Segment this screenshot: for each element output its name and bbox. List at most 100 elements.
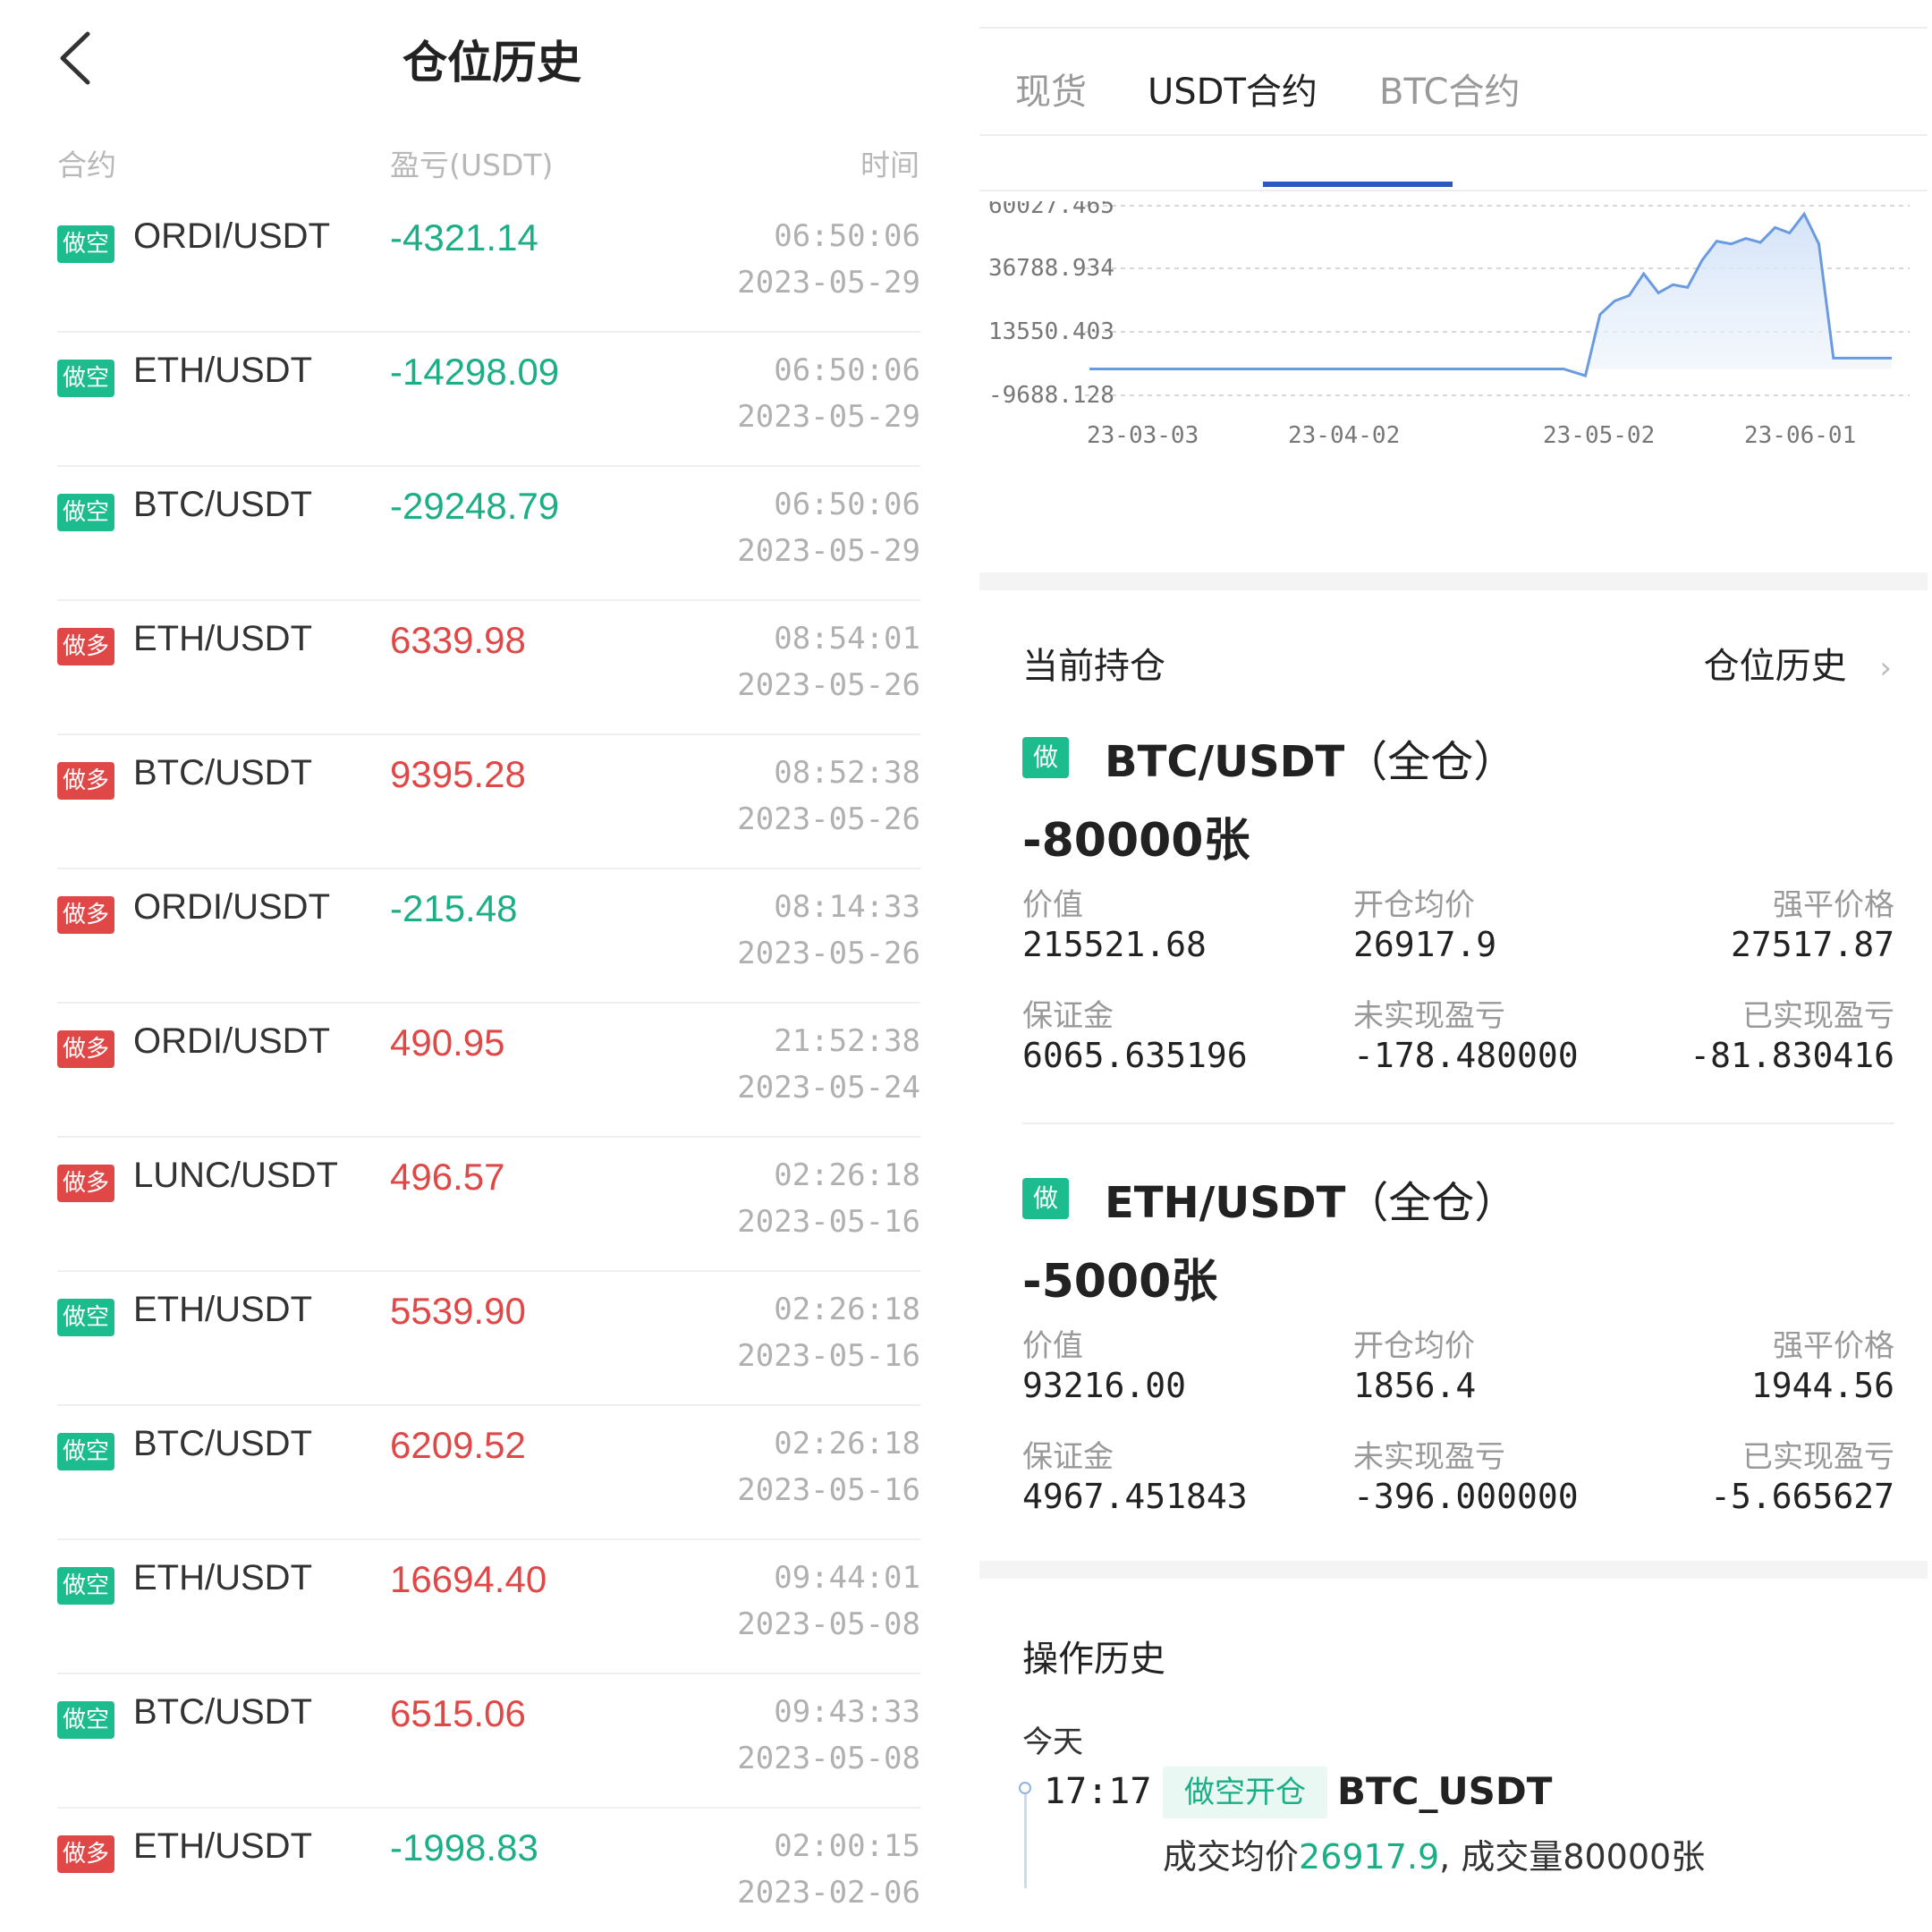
pair-name: ETH/USDT bbox=[133, 351, 312, 390]
pair-name: BTC/USDT bbox=[133, 1692, 312, 1732]
position-pair: ETH/USDT（全仓） bbox=[1105, 1167, 1517, 1230]
close-time: 09:44:01 bbox=[774, 1560, 920, 1596]
history-row[interactable]: 做空 ETH/USDT 5539.90 02:26:18 2023-05-16 bbox=[57, 1272, 920, 1406]
close-date: 2023-05-29 bbox=[737, 265, 920, 301]
op-pair: BTC_USDT bbox=[1337, 1769, 1553, 1813]
pnl-value: 6209.52 bbox=[390, 1424, 526, 1466]
current-positions-title: 当前持仓 bbox=[1022, 646, 1165, 687]
avg-price: 26917.9 bbox=[1353, 925, 1497, 964]
close-date: 2023-05-08 bbox=[737, 1606, 920, 1642]
pair-name: ETH/USDT bbox=[1105, 1178, 1346, 1228]
history-row[interactable]: 做多 ETH/USDT 6339.98 08:54:01 2023-05-26 bbox=[57, 601, 920, 735]
pnl-value: -4321.14 bbox=[390, 216, 538, 258]
tab-usdt-futures[interactable]: USDT合约 bbox=[1148, 63, 1318, 114]
op-detail: 成交均价26917.9, 成交量80000张 bbox=[1163, 1829, 1705, 1878]
y-tick-label: -9688.128 bbox=[988, 382, 1114, 409]
position-history-link-label: 仓位历史 bbox=[1703, 646, 1847, 687]
value: 215521.68 bbox=[1022, 925, 1207, 964]
history-row[interactable]: 做空 ETH/USDT 16694.40 09:44:01 2023-05-08 bbox=[57, 1540, 920, 1674]
x-tick-label: 23-04-02 bbox=[1288, 422, 1400, 449]
side-badge: 做空 bbox=[57, 1701, 115, 1739]
close-time: 02:26:18 bbox=[774, 1292, 920, 1327]
history-row[interactable]: 做多 ETH/USDT -1998.83 02:00:15 2023-02-06 bbox=[57, 1809, 920, 1932]
close-time: 06:50:06 bbox=[774, 487, 920, 522]
tab-spot[interactable]: 现货 bbox=[1015, 63, 1087, 114]
side-badge: 做空 bbox=[1022, 1178, 1070, 1254]
pnl-value: -1998.83 bbox=[390, 1826, 538, 1868]
pnl-value: -29248.79 bbox=[390, 485, 560, 527]
history-row[interactable]: 做空 BTC/USDT -29248.79 06:50:06 2023-05-29 bbox=[57, 467, 920, 601]
position-quantity: -5000张 bbox=[1022, 1255, 1218, 1309]
tab-divider bbox=[979, 134, 1928, 136]
unrealized-pnl-label: 未实现盈亏 bbox=[1353, 998, 1505, 1034]
pair-name: ETH/USDT bbox=[133, 1290, 312, 1329]
position-card-eth[interactable]: 做空 ETH/USDT（全仓） -5000张 价值 开仓均价 强平价格 9321… bbox=[1022, 1167, 1894, 1597]
pnl-value: 496.57 bbox=[390, 1156, 505, 1198]
position-history-panel: 仓位历史 合约 盈亏(USDT) 时间 做空 ORDI/USDT -4321.14 0… bbox=[0, 0, 957, 1932]
history-row[interactable]: 做空 ETH/USDT -14298.09 06:50:06 2023-05-29 bbox=[57, 333, 920, 467]
position-pair: BTC/USDT（全仓） bbox=[1105, 726, 1516, 789]
margin: 4967.451843 bbox=[1022, 1477, 1248, 1516]
position-card-btc[interactable]: 做空 BTC/USDT（全仓） -80000张 价值 开仓均价 强平价格 215… bbox=[1022, 726, 1894, 1156]
realized-pnl: -81.830416 bbox=[1690, 1036, 1894, 1075]
pnl-value: 6515.06 bbox=[390, 1692, 526, 1734]
y-tick-label: 36788.934 bbox=[988, 255, 1114, 282]
side-badge: 做多 bbox=[57, 1835, 115, 1873]
unrealized-pnl: -178.480000 bbox=[1353, 1036, 1579, 1075]
pair-name: ORDI/USDT bbox=[133, 887, 330, 927]
tab-btc-futures[interactable]: BTC合约 bbox=[1379, 63, 1520, 114]
close-date: 2023-05-24 bbox=[737, 1070, 920, 1106]
value-label: 价值 bbox=[1022, 1328, 1083, 1364]
x-tick-label: 23-05-02 bbox=[1543, 422, 1655, 449]
close-time: 21:52:38 bbox=[774, 1023, 920, 1059]
op-action-tag: 做空开仓 bbox=[1163, 1767, 1327, 1818]
realized-pnl: -5.665627 bbox=[1710, 1477, 1894, 1516]
page-title: 仓位历史 bbox=[402, 37, 581, 89]
value-label: 价值 bbox=[1022, 887, 1083, 923]
close-date: 2023-05-16 bbox=[737, 1472, 920, 1508]
liq-price-label: 强平价格 bbox=[1773, 887, 1894, 923]
close-time: 06:50:06 bbox=[774, 352, 920, 388]
side-badge: 做多 bbox=[57, 896, 115, 934]
pnl-value: 9395.28 bbox=[390, 753, 526, 795]
close-date: 2023-02-06 bbox=[737, 1875, 920, 1911]
realized-pnl-label: 已实现盈亏 bbox=[1742, 998, 1894, 1034]
close-date: 2023-05-26 bbox=[737, 936, 920, 971]
pnl-value: 6339.98 bbox=[390, 619, 526, 661]
liq-price: 27517.87 bbox=[1730, 925, 1894, 964]
pair-name: LUNC/USDT bbox=[133, 1156, 338, 1195]
section-divider bbox=[979, 1561, 1928, 1579]
pnl-value: 490.95 bbox=[390, 1021, 505, 1063]
side-badge: 做空 bbox=[57, 1433, 115, 1470]
side-badge: 做空 bbox=[1022, 737, 1070, 813]
column-header-time: 时间 bbox=[860, 148, 919, 182]
pair-name: BTC/USDT bbox=[133, 753, 312, 792]
margin: 6065.635196 bbox=[1022, 1036, 1248, 1075]
side-badge: 做多 bbox=[57, 762, 115, 800]
op-detail-prefix: 成交均价 bbox=[1163, 1837, 1300, 1877]
history-row[interactable]: 做空 BTC/USDT 6515.06 09:43:33 2023-05-08 bbox=[57, 1674, 920, 1809]
position-history-link[interactable]: 仓位历史 › bbox=[1704, 637, 1892, 689]
unrealized-pnl: -396.000000 bbox=[1353, 1477, 1579, 1516]
position-quantity: -80000张 bbox=[1022, 814, 1250, 868]
history-row[interactable]: 做多 ORDI/USDT -215.48 08:14:33 2023-05-26 bbox=[57, 869, 920, 1004]
history-row[interactable]: 做多 BTC/USDT 9395.28 08:52:38 2023-05-26 bbox=[57, 735, 920, 869]
close-time: 02:00:15 bbox=[774, 1828, 920, 1864]
close-time: 09:43:33 bbox=[774, 1694, 920, 1730]
history-row[interactable]: 做空 ORDI/USDT -4321.14 06:50:06 2023-05-29 bbox=[57, 199, 920, 333]
margin-label: 保证金 bbox=[1022, 998, 1114, 1034]
history-row[interactable]: 做多 ORDI/USDT 490.95 21:52:38 2023-05-24 bbox=[57, 1004, 920, 1138]
operation-history-title: 操作历史 bbox=[1022, 1639, 1165, 1680]
side-badge: 做空 bbox=[57, 360, 115, 397]
period-tab-indicator bbox=[1263, 182, 1453, 187]
close-time: 06:50:06 bbox=[774, 218, 920, 254]
close-date: 2023-05-16 bbox=[737, 1338, 920, 1374]
margin-mode: （全仓） bbox=[1344, 737, 1517, 787]
period-divider bbox=[979, 190, 1928, 191]
close-time: 02:26:18 bbox=[774, 1157, 920, 1193]
history-row[interactable]: 做多 LUNC/USDT 496.57 02:26:18 2023-05-16 bbox=[57, 1138, 920, 1272]
y-tick-label: 60027.465 bbox=[988, 201, 1114, 219]
value: 93216.00 bbox=[1022, 1366, 1187, 1405]
pnl-value: 5539.90 bbox=[390, 1290, 526, 1332]
history-row[interactable]: 做空 BTC/USDT 6209.52 02:26:18 2023-05-16 bbox=[57, 1406, 920, 1540]
